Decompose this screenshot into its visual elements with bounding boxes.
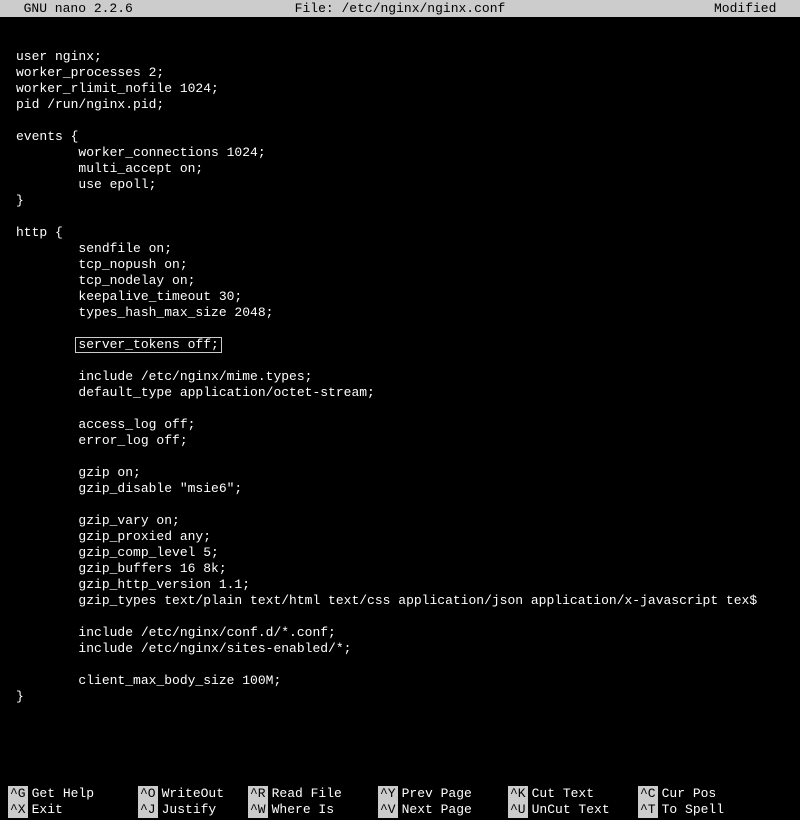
editor-line[interactable]	[16, 321, 784, 337]
shortcut-label: Cur Pos	[662, 786, 717, 802]
editor-line[interactable]: gzip_buffers 16 8k;	[16, 561, 784, 577]
shortcut-key: ^C	[638, 786, 658, 802]
shortcut-key: ^Y	[378, 786, 398, 802]
editor-line[interactable]: pid /run/nginx.pid;	[16, 97, 784, 113]
shortcut-key: ^R	[248, 786, 268, 802]
shortcut-item: ^UUnCut Text	[508, 802, 638, 818]
shortcut-label: Prev Page	[402, 786, 472, 802]
editor-line[interactable]	[16, 209, 784, 225]
editor-area[interactable]: user nginx;worker_processes 2;worker_rli…	[0, 17, 800, 705]
shortcut-item: ^XExit	[8, 802, 138, 818]
editor-line[interactable]: types_hash_max_size 2048;	[16, 305, 784, 321]
shortcut-label: Read File	[272, 786, 342, 802]
shortcut-label: Exit	[32, 802, 63, 818]
shortcut-footer: ^GGet Help^OWriteOut^RRead File^YPrev Pa…	[0, 786, 800, 818]
shortcut-item: ^TTo Spell	[638, 802, 768, 818]
shortcut-item: ^KCut Text	[508, 786, 638, 802]
editor-line[interactable]: gzip_proxied any;	[16, 529, 784, 545]
editor-line[interactable]: include /etc/nginx/mime.types;	[16, 369, 784, 385]
editor-line[interactable]	[16, 33, 784, 49]
editor-line[interactable]: server_tokens off;	[16, 337, 784, 353]
shortcut-item: ^OWriteOut	[138, 786, 248, 802]
shortcut-label: Get Help	[32, 786, 94, 802]
editor-line[interactable]: gzip_comp_level 5;	[16, 545, 784, 561]
shortcut-item: ^JJustify	[138, 802, 248, 818]
shortcut-label: Where Is	[272, 802, 334, 818]
shortcut-key: ^X	[8, 802, 28, 818]
editor-line[interactable]: use epoll;	[16, 177, 784, 193]
shortcut-key: ^O	[138, 786, 158, 802]
shortcut-row-1: ^GGet Help^OWriteOut^RRead File^YPrev Pa…	[8, 786, 792, 802]
editor-line[interactable]: sendfile on;	[16, 241, 784, 257]
shortcut-label: Next Page	[402, 802, 472, 818]
editor-line[interactable]: client_max_body_size 100M;	[16, 673, 784, 689]
editor-line[interactable]: http {	[16, 225, 784, 241]
editor-line[interactable]: access_log off;	[16, 417, 784, 433]
editor-line[interactable]: worker_processes 2;	[16, 65, 784, 81]
editor-line[interactable]: multi_accept on;	[16, 161, 784, 177]
editor-line[interactable]	[16, 449, 784, 465]
editor-line[interactable]	[16, 401, 784, 417]
editor-line[interactable]: tcp_nopush on;	[16, 257, 784, 273]
shortcut-label: WriteOut	[162, 786, 224, 802]
selected-text[interactable]: server_tokens off;	[75, 337, 221, 353]
shortcut-label: Justify	[162, 802, 217, 818]
shortcut-item: ^GGet Help	[8, 786, 138, 802]
editor-line[interactable]: include /etc/nginx/sites-enabled/*;	[16, 641, 784, 657]
shortcut-item: ^YPrev Page	[378, 786, 508, 802]
shortcut-item: ^RRead File	[248, 786, 378, 802]
shortcut-item: ^CCur Pos	[638, 786, 768, 802]
app-name-version: GNU nano 2.2.6	[8, 1, 133, 16]
modified-status: Modified	[714, 1, 792, 16]
file-path: File: /etc/nginx/nginx.conf	[295, 1, 506, 17]
editor-line[interactable]: gzip_http_version 1.1;	[16, 577, 784, 593]
shortcut-label: Cut Text	[532, 786, 594, 802]
editor-line[interactable]	[16, 353, 784, 369]
editor-line[interactable]: gzip_vary on;	[16, 513, 784, 529]
editor-line[interactable]: gzip_disable "msie6";	[16, 481, 784, 497]
shortcut-key: ^J	[138, 802, 158, 818]
shortcut-item: ^WWhere Is	[248, 802, 378, 818]
editor-line[interactable]: }	[16, 689, 784, 705]
shortcut-key: ^G	[8, 786, 28, 802]
editor-line[interactable]: keepalive_timeout 30;	[16, 289, 784, 305]
editor-line[interactable]: include /etc/nginx/conf.d/*.conf;	[16, 625, 784, 641]
editor-line[interactable]	[16, 113, 784, 129]
titlebar: GNU nano 2.2.6 File: /etc/nginx/nginx.co…	[0, 0, 800, 17]
shortcut-key: ^W	[248, 802, 268, 818]
shortcut-key: ^K	[508, 786, 528, 802]
editor-line[interactable]: error_log off;	[16, 433, 784, 449]
editor-line[interactable]: user nginx;	[16, 49, 784, 65]
editor-line[interactable]: default_type application/octet-stream;	[16, 385, 784, 401]
shortcut-label: To Spell	[662, 802, 724, 818]
shortcut-key: ^T	[638, 802, 658, 818]
editor-line[interactable]: gzip_types text/plain text/html text/css…	[16, 593, 784, 609]
editor-line[interactable]	[16, 657, 784, 673]
editor-line[interactable]: worker_connections 1024;	[16, 145, 784, 161]
shortcut-item: ^VNext Page	[378, 802, 508, 818]
editor-line[interactable]: gzip on;	[16, 465, 784, 481]
editor-line[interactable]: }	[16, 193, 784, 209]
editor-line[interactable]: tcp_nodelay on;	[16, 273, 784, 289]
shortcut-label: UnCut Text	[532, 802, 610, 818]
shortcut-key: ^U	[508, 802, 528, 818]
editor-line[interactable]: worker_rlimit_nofile 1024;	[16, 81, 784, 97]
editor-line[interactable]	[16, 497, 784, 513]
shortcut-row-2: ^XExit^JJustify^WWhere Is^VNext Page^UUn…	[8, 802, 792, 818]
shortcut-key: ^V	[378, 802, 398, 818]
editor-line[interactable]: events {	[16, 129, 784, 145]
editor-line[interactable]	[16, 609, 784, 625]
